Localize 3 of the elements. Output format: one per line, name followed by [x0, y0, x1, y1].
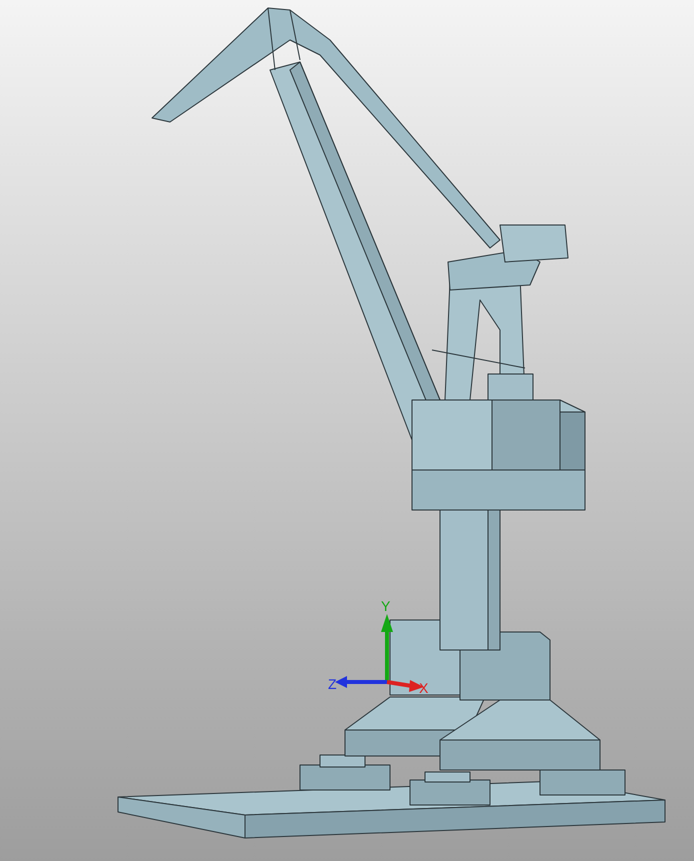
axis-label: X [419, 680, 428, 696]
axis-label: Y [381, 598, 390, 614]
axis-label: Z [328, 676, 337, 692]
